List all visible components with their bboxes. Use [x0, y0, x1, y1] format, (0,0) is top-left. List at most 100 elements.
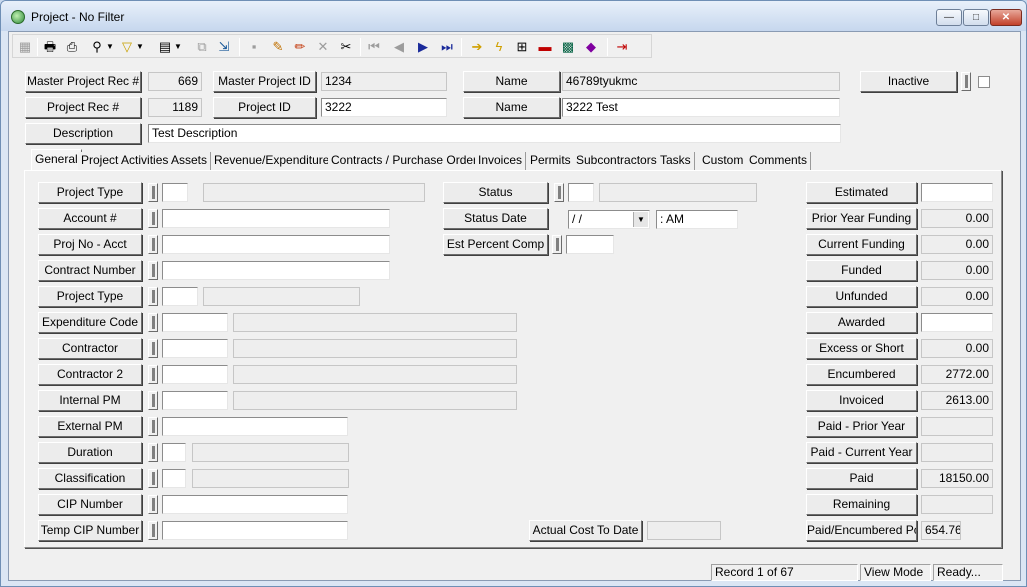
left-field-value[interactable]: [162, 261, 390, 280]
left-field-label[interactable]: CIP Number: [38, 494, 142, 515]
lookup-handle[interactable]: [148, 391, 158, 410]
left-field-value[interactable]: [162, 183, 188, 202]
lookup-handle[interactable]: [148, 495, 158, 514]
left-field-value[interactable]: [162, 443, 186, 462]
lookup-handle[interactable]: [148, 365, 158, 384]
lookup-handle[interactable]: [148, 235, 158, 254]
left-field-value[interactable]: [162, 235, 390, 254]
status-lookup-handle[interactable]: [554, 183, 564, 202]
print-preview-icon[interactable]: ⎙: [63, 38, 81, 56]
tab-permits[interactable]: Permits: [527, 152, 575, 170]
project-id-field[interactable]: 3222: [321, 98, 447, 117]
tab-general[interactable]: General: [31, 149, 82, 171]
hierarchy-icon[interactable]: ⊞: [513, 38, 531, 56]
tab-project-activities[interactable]: Project Activities: [78, 152, 173, 170]
left-field-value[interactable]: [162, 313, 228, 332]
left-field-value[interactable]: [162, 365, 228, 384]
project-rec-label[interactable]: Project Rec #: [25, 97, 141, 118]
tab-subcontractors[interactable]: Subcontractors: [573, 152, 661, 170]
left-field-value[interactable]: [162, 417, 348, 436]
lookup-handle[interactable]: [148, 183, 158, 202]
lookup-handle[interactable]: [148, 443, 158, 462]
left-field-label[interactable]: Account #: [38, 208, 142, 229]
description-field[interactable]: Test Description: [148, 124, 841, 143]
tab-revenue-expenditure[interactable]: Revenue/Expenditure: [211, 152, 334, 170]
actual-cost-label[interactable]: Actual Cost To Date: [529, 520, 642, 541]
lookup-handle[interactable]: [148, 469, 158, 488]
status-label[interactable]: Status: [443, 182, 548, 203]
right-field-label[interactable]: Unfunded: [806, 286, 917, 307]
left-field-label[interactable]: Duration: [38, 442, 142, 463]
right-field-label[interactable]: Current Funding: [806, 234, 917, 255]
left-field-label[interactable]: Proj No - Acct: [38, 234, 142, 255]
previous-record-icon[interactable]: ◀: [390, 38, 408, 56]
cut-icon[interactable]: ✂: [337, 38, 355, 56]
left-field-label[interactable]: Expenditure Code: [38, 312, 142, 333]
minimize-button[interactable]: —: [936, 9, 962, 26]
lookup-handle[interactable]: [148, 417, 158, 436]
right-field-label[interactable]: Paid: [806, 468, 917, 489]
status-date-label[interactable]: Status Date: [443, 208, 548, 229]
left-field-value[interactable]: [162, 521, 348, 540]
title-bar[interactable]: Project - No Filter — □ ✕: [1, 1, 1026, 31]
arrow-icon[interactable]: ➔: [468, 38, 486, 56]
name2-label[interactable]: Name: [463, 97, 560, 118]
left-field-label[interactable]: Classification: [38, 468, 142, 489]
calculator-icon[interactable]: ▩: [559, 38, 577, 56]
save-icon[interactable]: ▪: [245, 38, 263, 56]
master-project-id-label[interactable]: Master Project ID: [213, 71, 316, 92]
edit-icon[interactable]: ✏: [291, 38, 309, 56]
grid-icon[interactable]: ▦: [16, 38, 34, 56]
status-field[interactable]: [568, 183, 594, 202]
master-project-rec-label[interactable]: Master Project Rec #: [25, 71, 141, 92]
print-icon[interactable]: 🖶: [41, 38, 59, 56]
tab-comments[interactable]: Comments: [746, 152, 812, 170]
right-field-label[interactable]: Estimated: [806, 182, 917, 203]
vehicle-icon[interactable]: ▬: [536, 38, 554, 56]
report-dropdown-icon[interactable]: ▼: [173, 38, 183, 56]
left-field-label[interactable]: Contractor 2: [38, 364, 142, 385]
lookup-handle[interactable]: [148, 339, 158, 358]
name1-label[interactable]: Name: [463, 71, 560, 92]
left-field-label[interactable]: Project Type: [38, 286, 142, 307]
inactive-lookup-handle[interactable]: [961, 72, 971, 91]
lookup-handle[interactable]: [148, 313, 158, 332]
right-field-label[interactable]: Funded: [806, 260, 917, 281]
inactive-label[interactable]: Inactive: [860, 71, 957, 92]
est-percent-handle[interactable]: [552, 235, 562, 254]
right-field-label[interactable]: Encumbered: [806, 364, 917, 385]
est-percent-label[interactable]: Est Percent Comp: [443, 234, 548, 255]
right-field-value[interactable]: [921, 183, 993, 202]
close-button[interactable]: ✕: [990, 9, 1022, 26]
delete-icon[interactable]: ✕: [314, 38, 332, 56]
copy-icon[interactable]: ⧉: [193, 38, 211, 56]
left-field-value[interactable]: [162, 287, 198, 306]
last-record-icon[interactable]: ⏭: [438, 38, 456, 56]
right-field-label[interactable]: Awarded: [806, 312, 917, 333]
left-field-value[interactable]: [162, 391, 228, 410]
report-icon[interactable]: ▤: [156, 38, 174, 56]
left-field-value[interactable]: [162, 339, 228, 358]
right-field-label[interactable]: Prior Year Funding: [806, 208, 917, 229]
lookup-handle[interactable]: [148, 287, 158, 306]
right-field-label[interactable]: Invoiced: [806, 390, 917, 411]
right-field-value[interactable]: [921, 313, 993, 332]
status-time-field[interactable]: : AM: [656, 210, 738, 229]
est-percent-field[interactable]: [566, 235, 614, 254]
tab-tasks[interactable]: Tasks: [657, 152, 695, 170]
tab-invoices[interactable]: Invoices: [475, 152, 527, 170]
binoculars-dropdown-icon[interactable]: ▼: [105, 38, 115, 56]
lookup-handle[interactable]: [148, 521, 158, 540]
left-field-value[interactable]: [162, 495, 348, 514]
lightning-icon[interactable]: ϟ: [490, 38, 508, 56]
left-field-value[interactable]: [162, 469, 186, 488]
left-field-value[interactable]: [162, 209, 390, 228]
right-field-label[interactable]: Excess or Short: [806, 338, 917, 359]
left-field-label[interactable]: Contractor: [38, 338, 142, 359]
description-label[interactable]: Description: [25, 123, 141, 144]
lookup-handle[interactable]: [148, 209, 158, 228]
inactive-checkbox[interactable]: [978, 76, 990, 88]
status-date-picker[interactable]: / / ▼: [568, 210, 650, 229]
first-record-icon[interactable]: ⏮: [365, 38, 383, 56]
filter-icon[interactable]: ▽: [118, 38, 136, 56]
